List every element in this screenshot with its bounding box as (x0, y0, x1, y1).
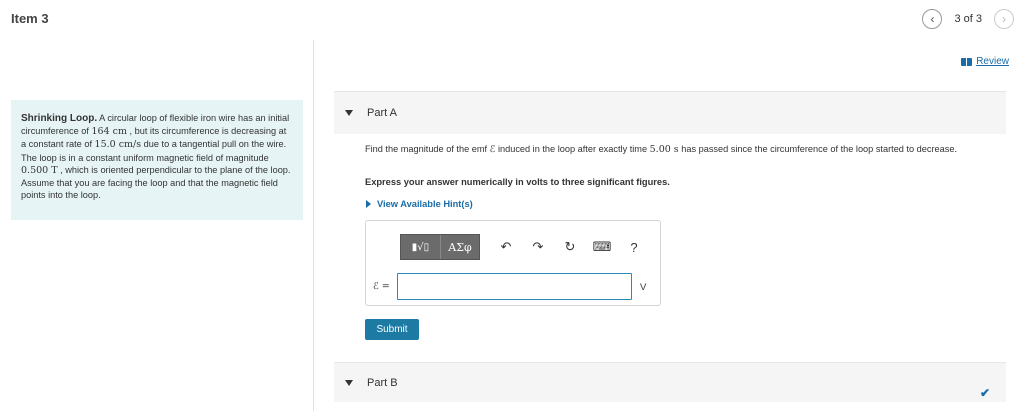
toolbar-palette-group: ▮√▯ ΑΣφ (400, 234, 480, 260)
item-counter: 3 of 3 (954, 13, 982, 25)
math-toolbar: ▮√▯ ΑΣφ ↶ ↷ ↻ ⌨ ? (400, 234, 650, 260)
book-icon (961, 57, 973, 66)
field-magnitude: 0.500 T (21, 164, 58, 176)
redo-icon[interactable]: ↷ (522, 234, 554, 260)
answer-input[interactable] (397, 273, 632, 300)
hints-label: View Available Hint(s) (377, 199, 473, 209)
question-text-3: has passed since the circumference of th… (678, 144, 958, 154)
problem-title: Shrinking Loop. (21, 113, 98, 124)
part-a-label: Part A (367, 107, 397, 119)
answer-unit: V (640, 282, 647, 293)
submit-button[interactable]: Submit (365, 319, 419, 340)
question-text-1: Find the magnitude of the emf (365, 144, 490, 154)
part-a-header[interactable]: Part A (334, 91, 1006, 134)
item-title: Item 3 (11, 11, 49, 26)
column-divider (313, 40, 314, 411)
keyboard-icon[interactable]: ⌨ (586, 234, 618, 260)
review-link[interactable]: Review (961, 56, 1009, 67)
chevron-left-icon: ‹ (930, 12, 935, 26)
part-b-label: Part B (367, 376, 398, 389)
checkmark-icon: ✔ (979, 386, 990, 400)
help-icon[interactable]: ? (618, 234, 650, 260)
undo-icon[interactable]: ↶ (490, 234, 522, 260)
symbols-button[interactable]: ΑΣφ (441, 235, 479, 259)
problem-text-4: , which is oriented perpendicular to the… (21, 164, 291, 201)
item-navigation: ‹ 3 of 3 › (922, 9, 1014, 29)
answer-instruction: Express your answer numerically in volts… (365, 177, 670, 187)
reset-icon[interactable]: ↻ (554, 234, 586, 260)
problem-statement: Shrinking Loop. A circular loop of flexi… (11, 100, 303, 220)
question-text-2: induced in the loop after exactly time (495, 144, 650, 154)
answer-label: ℰ = (373, 281, 390, 292)
part-b-header[interactable]: Part B ✔ (334, 362, 1006, 402)
expand-triangle-icon (366, 200, 371, 208)
chevron-right-icon: › (1002, 12, 1006, 26)
review-label: Review (976, 56, 1009, 67)
collapse-triangle-icon (345, 110, 353, 116)
part-a-question: Find the magnitude of the emf ℰ induced … (365, 144, 975, 156)
view-hints-link[interactable]: View Available Hint(s) (366, 199, 473, 209)
initial-circumference: 164 cm (91, 126, 127, 138)
decrease-rate: 15.0 cm/s (94, 139, 142, 151)
templates-button[interactable]: ▮√▯ (401, 235, 441, 259)
next-item-button[interactable]: › (994, 9, 1014, 29)
elapsed-time: 5.00 s (649, 144, 679, 155)
previous-item-button[interactable]: ‹ (922, 9, 943, 29)
collapse-triangle-icon (345, 379, 353, 386)
